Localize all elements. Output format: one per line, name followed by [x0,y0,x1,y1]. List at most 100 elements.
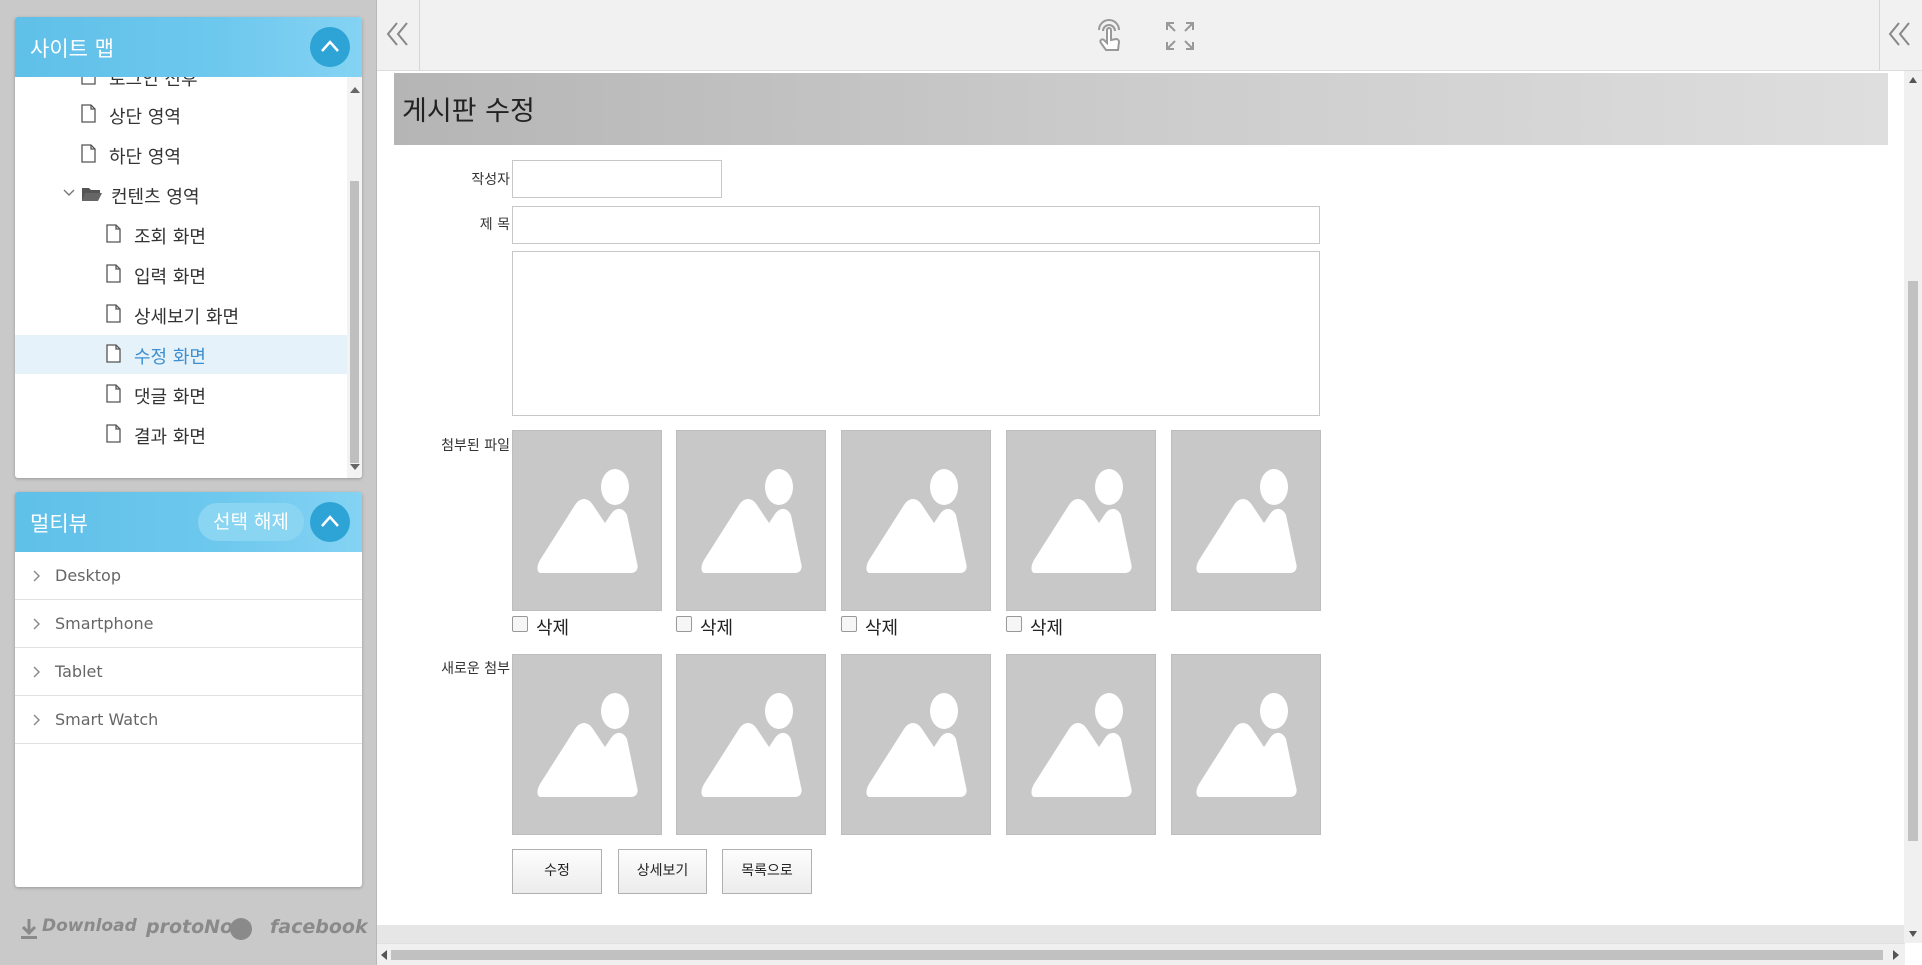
touch-icon[interactable] [1089,16,1131,56]
tree-item-input-screen[interactable]: 입력 화면 [15,255,347,294]
facebook-link[interactable]: facebook [270,916,368,938]
footer-links: Download protoNow facebook [18,914,368,942]
tree-item-detail-screen[interactable]: 상세보기 화면 [15,295,347,334]
attached-files-label: 첨부된 파일 [441,438,510,454]
sitemap-collapse-button[interactable] [310,27,350,67]
document-icon [106,224,121,243]
chevron-right-icon [33,666,40,678]
document-icon [81,77,96,85]
image-placeholder-icon [537,469,638,573]
scroll-down-arrow[interactable] [1909,931,1917,937]
download-icon [21,919,37,939]
image-placeholder-icon [1031,469,1132,573]
folder-open-icon [82,188,102,201]
multiview-collapse-button[interactable] [310,502,350,542]
new-attach-image[interactable] [676,654,826,835]
scroll-right-arrow[interactable] [1893,950,1899,960]
content-textarea[interactable] [512,251,1320,416]
attached-image[interactable] [1006,430,1156,611]
author-label: 작성자 [471,172,510,188]
page-title-bar: 게시판 수정 [394,73,1888,145]
multiview-title: 멀티뷰 [30,512,88,536]
delete-label: 삭제 [700,618,734,639]
delete-checkbox[interactable] [1006,616,1022,632]
scroll-thumb[interactable] [1908,281,1918,841]
document-icon [106,424,121,443]
tree-item-result-screen[interactable]: 결과 화면 [15,415,347,454]
scroll-down-arrow[interactable] [350,464,360,470]
tree-item-top-area[interactable]: 상단 영역 [15,95,347,134]
main-frame: 게시판 수정 작성자 제 목 첨부된 파일 삭제 삭제 삭제 삭제 새로운 첨부… [376,0,1922,965]
content-bottom-bar [377,925,1905,943]
collapse-right-panel-icon[interactable] [1887,20,1913,48]
new-attach-image[interactable] [1006,654,1156,835]
toolbar [377,0,1922,71]
multiview-item-label: Desktop [55,566,121,585]
sitemap-tree: 로그인 전후 상단 영역 하단 영역 컨텐츠 영역 조회 화면 입력 화면 상세… [15,77,347,478]
scroll-left-arrow[interactable] [381,950,387,960]
multiview-header: 멀티뷰 선택 해제 [15,492,362,552]
multiview-item-smartphone[interactable]: Smartphone [15,600,362,648]
scroll-up-arrow[interactable] [350,87,360,93]
tree-item-label: 상세보기 화면 [134,307,240,328]
document-icon [106,304,121,323]
delete-checkbox[interactable] [676,616,692,632]
new-attach-image[interactable] [841,654,991,835]
scroll-thumb[interactable] [391,950,1883,960]
tree-item-login[interactable]: 로그인 전후 [15,77,347,96]
chevron-down-icon[interactable] [63,189,75,197]
page-title: 게시판 수정 [402,96,535,127]
attached-image[interactable] [512,430,662,611]
list-button[interactable]: 목록으로 [722,849,812,894]
multiview-item-smart-watch[interactable]: Smart Watch [15,696,362,744]
scroll-thumb[interactable] [350,181,359,463]
multiview-item-desktop[interactable]: Desktop [15,552,362,600]
subject-input[interactable] [512,206,1320,244]
attached-image[interactable] [841,430,991,611]
detail-button[interactable]: 상세보기 [618,849,707,894]
tree-item-label: 댓글 화면 [134,387,206,408]
fullscreen-icon[interactable] [1164,20,1196,52]
image-placeholder-icon [701,469,802,573]
attached-image[interactable] [1171,430,1321,611]
delete-label: 삭제 [1030,618,1064,639]
scroll-up-arrow[interactable] [1909,77,1917,83]
tree-item-edit-screen[interactable]: 수정 화면 [15,335,347,374]
vertical-scrollbar[interactable] [1904,71,1922,943]
deselect-button[interactable]: 선택 해제 [198,503,304,541]
image-placeholder-icon [1196,469,1297,573]
tree-item-label: 조회 화면 [134,227,206,248]
tree-item-bottom-area[interactable]: 하단 영역 [15,135,347,174]
chevron-up-icon [321,40,339,52]
document-icon [106,344,121,363]
delete-checkbox[interactable] [512,616,528,632]
image-placeholder-icon [701,693,802,797]
horizontal-scrollbar[interactable] [377,943,1905,965]
sitemap-title: 사이트 맵 [30,37,114,61]
collapse-sidebar-icon[interactable] [385,20,411,48]
attached-image[interactable] [676,430,826,611]
sitemap-scrollbar[interactable] [347,77,362,478]
new-attach-image[interactable] [1171,654,1321,835]
tree-item-label: 입력 화면 [134,267,206,288]
multiview-item-label: Smartphone [55,614,154,633]
download-link[interactable]: Download [42,916,137,936]
tree-item-label: 상단 영역 [109,107,181,128]
delete-checkbox[interactable] [841,616,857,632]
chevron-up-icon [321,515,339,527]
new-attach-label: 새로운 첨부 [441,661,510,677]
chevron-right-icon [33,618,40,630]
tree-item-comment-screen[interactable]: 댓글 화면 [15,375,347,414]
protonow-badge-icon [230,918,252,940]
multiview-item-tablet[interactable]: Tablet [15,648,362,696]
multiview-item-label: Smart Watch [55,710,159,729]
document-icon [81,144,96,163]
edit-button[interactable]: 수정 [512,849,602,894]
image-placeholder-icon [866,693,967,797]
tree-item-content-area[interactable]: 컨텐츠 영역 [15,175,347,214]
tree-item-view-screen[interactable]: 조회 화면 [15,215,347,254]
tree-item-label: 수정 화면 [134,347,206,368]
new-attach-image[interactable] [512,654,662,835]
author-input[interactable] [512,160,722,198]
tree-item-label: 결과 화면 [134,427,206,448]
